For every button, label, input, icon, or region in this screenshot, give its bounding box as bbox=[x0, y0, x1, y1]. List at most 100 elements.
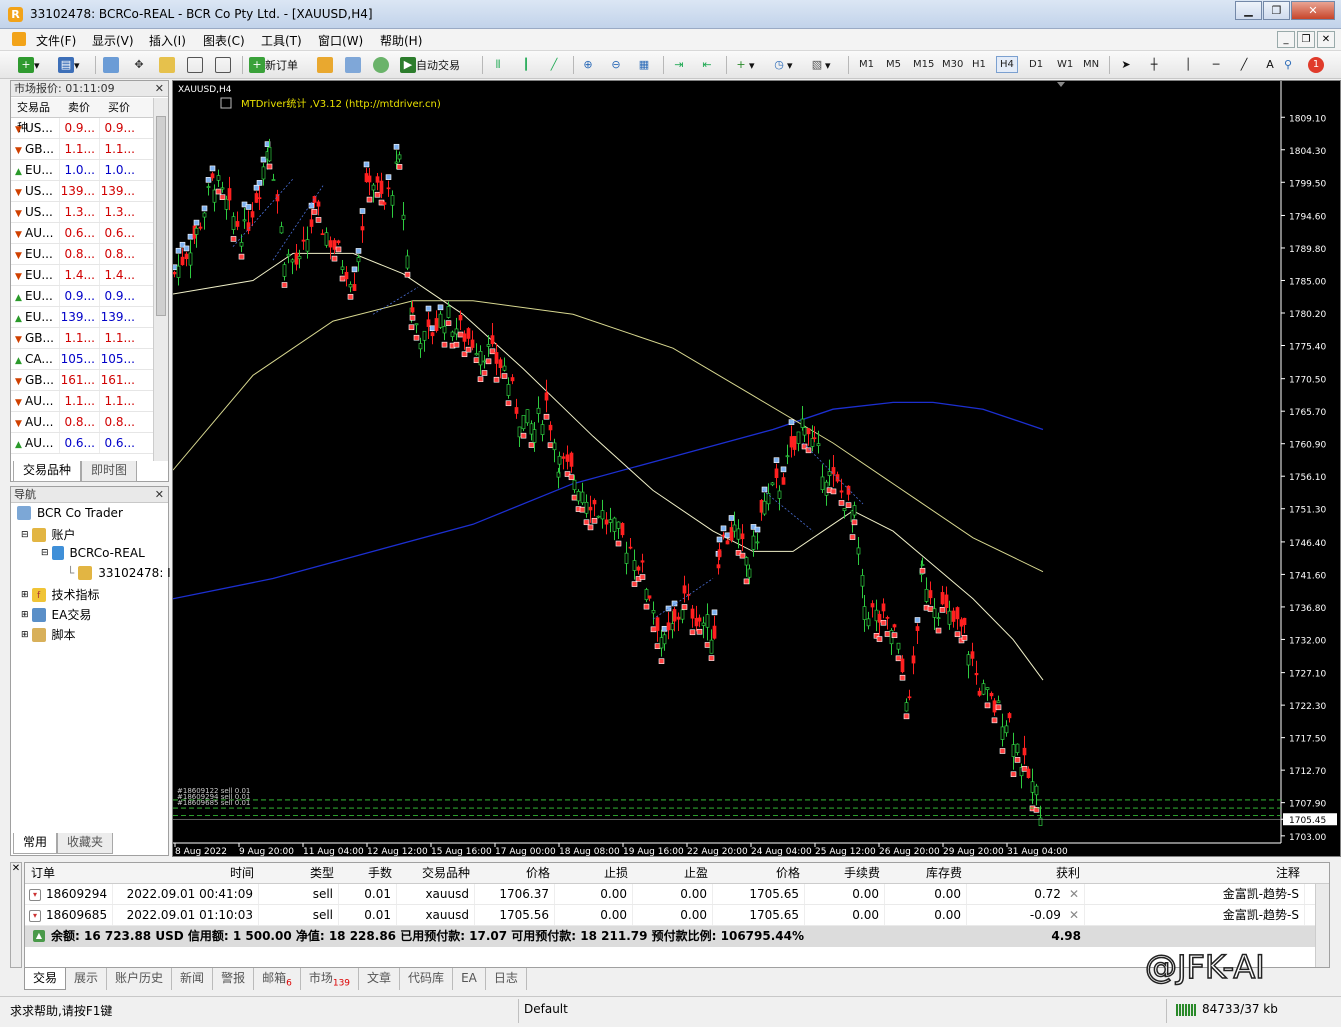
navigator-close-icon[interactable]: ✕ bbox=[155, 487, 164, 503]
terminal-tab-4[interactable]: 警报 bbox=[213, 968, 255, 990]
terminal-icon[interactable] bbox=[187, 57, 203, 73]
tf-m5[interactable]: M5 bbox=[886, 59, 901, 70]
profiles-icon[interactable]: ▤ bbox=[58, 57, 74, 73]
mw-row[interactable]: ▼ AU... 0.8... 0.8... bbox=[11, 412, 154, 433]
new-chart-icon[interactable]: + bbox=[18, 57, 34, 73]
menu-view[interactable]: 显示(V) bbox=[92, 32, 134, 49]
mw-row[interactable]: ▲ EU... 139... 139... bbox=[11, 307, 154, 328]
tf-d1[interactable]: D1 bbox=[1029, 59, 1043, 70]
auto-scroll-icon[interactable]: ⇥ bbox=[671, 57, 687, 73]
col-swap[interactable]: 库存费 bbox=[885, 863, 967, 883]
mw-row[interactable]: ▼ AU... 1.1... 1.1... bbox=[11, 391, 154, 412]
zoom-in-icon[interactable]: ⊕ bbox=[580, 57, 596, 73]
mdi-close-button[interactable]: ✕ bbox=[1317, 31, 1335, 48]
periods-icon[interactable]: ◷ bbox=[771, 57, 787, 73]
strategy-tester-icon[interactable] bbox=[215, 57, 231, 73]
indicator-expand-icon[interactable] bbox=[220, 97, 232, 109]
expand-icon[interactable]: ⊞ bbox=[21, 590, 29, 600]
auto-trading-button[interactable]: ▶ 自动交易 bbox=[400, 56, 460, 74]
indicators-icon[interactable]: + bbox=[733, 57, 749, 73]
chart-shift-icon[interactable]: ⇤ bbox=[699, 57, 715, 73]
close-button[interactable]: ✕ bbox=[1291, 1, 1335, 20]
nav-expert-advisors[interactable]: ⊞ EA交易 bbox=[21, 606, 91, 623]
crosshair-tool-icon[interactable]: ┼ bbox=[1146, 57, 1162, 73]
mw-row[interactable]: ▲ EU... 1.0... 1.0... bbox=[11, 160, 154, 181]
mw-row[interactable]: ▼ US... 0.9... 0.9... bbox=[11, 118, 154, 139]
order-row[interactable]: ▾ 18609685 2022.09.01 01:10:03 sell 0.01 xauu… bbox=[25, 905, 1329, 926]
terminal-tab-1[interactable]: 展示 bbox=[66, 968, 108, 990]
terminal-tab-7[interactable]: 文章 bbox=[359, 968, 401, 990]
maximize-button[interactable]: ❐ bbox=[1263, 1, 1290, 20]
col-type[interactable]: 类型 bbox=[259, 863, 339, 883]
col-open-price[interactable]: 价格 bbox=[475, 863, 555, 883]
col-lots[interactable]: 手数 bbox=[339, 863, 397, 883]
signals-icon[interactable] bbox=[345, 57, 361, 73]
vertical-line-icon[interactable]: │ bbox=[1180, 57, 1196, 73]
chart-window[interactable]: 1809.10 1804.30 1799.50 1794.60 1789.80 1785.… bbox=[172, 80, 1341, 857]
tf-mn[interactable]: MN bbox=[1083, 59, 1099, 70]
close-order-icon[interactable]: ✕ bbox=[1069, 908, 1079, 922]
mw-row[interactable]: ▼ EU... 0.8... 0.8... bbox=[11, 244, 154, 265]
mw-header-bid[interactable]: 卖价 bbox=[59, 98, 99, 117]
mw-header-symbol[interactable]: 交易品种 bbox=[11, 98, 59, 134]
terminal-tab-2[interactable]: 账户历史 bbox=[107, 968, 173, 990]
menu-tools[interactable]: 工具(T) bbox=[261, 32, 302, 49]
new-order-button[interactable]: + 新订单 bbox=[249, 56, 298, 74]
menu-file[interactable]: 文件(F) bbox=[36, 32, 76, 49]
menu-window[interactable]: 窗口(W) bbox=[318, 32, 363, 49]
col-sl[interactable]: 止损 bbox=[555, 863, 633, 883]
nav-indicators[interactable]: ⊞ f 技术指标 bbox=[21, 586, 100, 603]
tab-tick-chart[interactable]: 即时图 bbox=[81, 461, 138, 482]
tab-favorites[interactable]: 收藏夹 bbox=[57, 833, 114, 854]
col-tp[interactable]: 止盈 bbox=[633, 863, 713, 883]
nav-accounts[interactable]: ⊟ 账户 bbox=[21, 526, 76, 543]
terminal-tab-9[interactable]: EA bbox=[453, 968, 486, 990]
price-chart[interactable]: 1809.10 1804.30 1799.50 1794.60 1789.80 1785.… bbox=[173, 81, 1340, 856]
market-icon[interactable] bbox=[373, 57, 389, 73]
search-icon[interactable]: ⚲ bbox=[1280, 57, 1296, 73]
tf-h4[interactable]: H4 bbox=[996, 56, 1018, 73]
tf-w1[interactable]: W1 bbox=[1057, 59, 1073, 70]
navigator-icon[interactable] bbox=[159, 57, 175, 73]
terminal-close-icon[interactable]: ✕ bbox=[10, 862, 22, 968]
tf-h1[interactable]: H1 bbox=[972, 59, 986, 70]
nav-root[interactable]: BCR Co Trader bbox=[17, 506, 123, 520]
col-commission[interactable]: 手续费 bbox=[805, 863, 885, 883]
minimize-button[interactable]: ▁ bbox=[1235, 1, 1262, 20]
mdi-restore-button[interactable]: ❐ bbox=[1297, 31, 1315, 48]
col-ticket[interactable]: 订单 bbox=[25, 863, 113, 883]
nav-scripts[interactable]: ⊞ 脚本 bbox=[21, 626, 76, 643]
mw-row[interactable]: ▲ CA... 105... 105... bbox=[11, 349, 154, 370]
market-watch-scrollbar[interactable] bbox=[153, 98, 168, 461]
horizontal-line-icon[interactable]: ─ bbox=[1208, 57, 1224, 73]
expand-icon[interactable]: ⊞ bbox=[21, 610, 29, 620]
bar-chart-icon[interactable]: ⫴ bbox=[490, 57, 506, 73]
line-chart-icon[interactable]: ╱ bbox=[546, 57, 562, 73]
mw-row[interactable]: ▼ EU... 1.4... 1.4... bbox=[11, 265, 154, 286]
tile-windows-icon[interactable]: ▦ bbox=[636, 57, 652, 73]
col-price[interactable]: 价格 bbox=[713, 863, 805, 883]
cursor-icon[interactable]: ➤ bbox=[1118, 57, 1134, 73]
zoom-out-icon[interactable]: ⊖ bbox=[608, 57, 624, 73]
terminal-tab-5[interactable]: 邮箱6 bbox=[254, 968, 301, 990]
candlestick-icon[interactable]: ┃ bbox=[518, 57, 534, 73]
mw-row[interactable]: ▼ GB... 1.1... 1.1... bbox=[11, 139, 154, 160]
terminal-tab-0[interactable]: 交易 bbox=[24, 968, 67, 990]
mw-row[interactable]: ▼ GB... 1.1... 1.1... bbox=[11, 328, 154, 349]
order-row[interactable]: ▾ 18609294 2022.09.01 00:41:09 sell 0.01 xauu… bbox=[25, 884, 1329, 905]
mw-row[interactable]: ▼ GB... 161... 161... bbox=[11, 370, 154, 391]
tab-symbols[interactable]: 交易品种 bbox=[13, 461, 82, 482]
collapse-icon[interactable]: ⊟ bbox=[21, 530, 29, 540]
mdi-minimize-button[interactable]: _ bbox=[1277, 31, 1295, 48]
crosshair-icon[interactable]: ✥ bbox=[131, 57, 147, 73]
market-watch-close-icon[interactable]: ✕ bbox=[155, 81, 164, 97]
tf-m15[interactable]: M15 bbox=[913, 59, 934, 70]
menu-chart[interactable]: 图表(C) bbox=[203, 32, 245, 49]
terminal-tab-10[interactable]: 日志 bbox=[486, 968, 527, 990]
collapse-icon[interactable]: ⊟ bbox=[41, 548, 49, 558]
tf-m1[interactable]: M1 bbox=[859, 59, 874, 70]
terminal-tab-8[interactable]: 代码库 bbox=[400, 968, 454, 990]
text-tool-icon[interactable]: A bbox=[1262, 57, 1278, 73]
close-order-icon[interactable]: ✕ bbox=[1069, 887, 1079, 901]
menu-insert[interactable]: 插入(I) bbox=[149, 32, 186, 49]
